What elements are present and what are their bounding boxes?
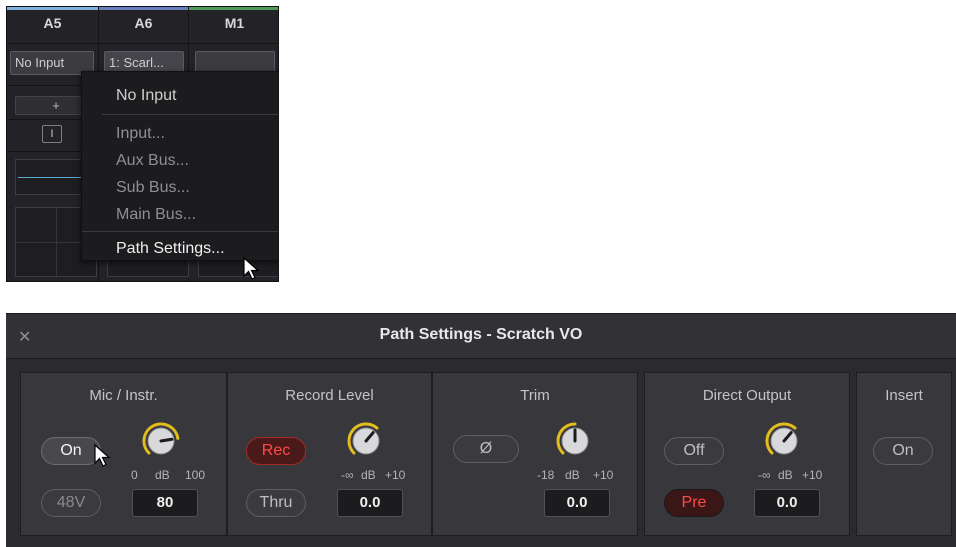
mic-instr-section: Mic / Instr. On 48V 0 dB 100 80	[20, 372, 227, 536]
direct-output-off-button[interactable]: Off	[664, 437, 724, 465]
mouse-cursor-icon	[243, 257, 260, 280]
scale-min: 0	[131, 468, 138, 482]
channel-name: A5	[43, 15, 62, 31]
trim-value[interactable]: 0.0	[544, 489, 610, 517]
channel-name: A6	[134, 15, 153, 31]
menu-item-no-input[interactable]: No Input	[116, 87, 176, 105]
channel-name: M1	[224, 15, 245, 31]
insert-on-button[interactable]: On	[873, 437, 933, 465]
record-level-section: Record Level Rec Thru -∞ dB +10 0.0	[227, 372, 432, 536]
window-titlebar: ✕ Path Settings - Scratch VO	[6, 314, 956, 359]
scale-max: 100	[185, 468, 206, 482]
record-level-knob[interactable]	[346, 421, 386, 461]
mic-gain-value[interactable]: 80	[132, 489, 198, 517]
phase-invert-button[interactable]: Ø	[453, 435, 519, 463]
thru-button[interactable]: Thru	[246, 489, 306, 517]
direct-output-section: Direct Output Off Pre -∞ dB +10 0.0	[644, 372, 850, 536]
trim-section: Trim Ø -18 dB +10 0.0	[432, 372, 638, 536]
scale-max: +10	[593, 468, 614, 482]
channel-accent	[99, 7, 188, 10]
phantom-48v-button[interactable]: 48V	[41, 489, 101, 517]
mic-on-button[interactable]: On	[41, 437, 101, 465]
scale-unit: dB	[565, 468, 580, 482]
scale-max: +10	[385, 468, 406, 482]
scale-unit: dB	[778, 468, 793, 482]
path-settings-window: ✕ Path Settings - Scratch VO Mic / Instr…	[6, 313, 956, 547]
section-title: Insert	[885, 387, 923, 404]
channel-accent	[189, 7, 278, 10]
menu-item-input[interactable]: Input...	[116, 125, 165, 143]
menu-item-sub-bus[interactable]: Sub Bus...	[116, 179, 190, 197]
scale-min: -18	[537, 468, 555, 482]
scale-min: -∞	[341, 468, 354, 482]
menu-item-aux-bus[interactable]: Aux Bus...	[116, 152, 189, 170]
record-level-value[interactable]: 0.0	[337, 489, 403, 517]
knob-pointer	[159, 437, 174, 443]
direct-output-value[interactable]: 0.0	[754, 489, 820, 517]
header-divider	[7, 43, 278, 44]
mixer-strip-view: A5 A6 M1 No Input 1: Scarl... + I No Inp…	[6, 6, 279, 282]
section-title: Direct Output	[702, 387, 792, 404]
window-title: Path Settings - Scratch VO	[379, 326, 583, 343]
menu-item-main-bus[interactable]: Main Bus...	[116, 206, 196, 224]
scale-unit: dB	[155, 468, 170, 482]
record-arm-button[interactable]: Rec	[246, 437, 306, 465]
trim-knob[interactable]	[555, 421, 595, 461]
menu-separator	[102, 114, 278, 115]
input-dropdown-menu: No Input Input... Aux Bus... Sub Bus... …	[81, 71, 278, 261]
pre-button[interactable]: Pre	[664, 489, 724, 517]
menu-item-path-settings[interactable]: Path Settings...	[116, 240, 225, 258]
mic-gain-knob[interactable]	[141, 421, 181, 461]
channel-accent	[7, 7, 98, 10]
section-title: Mic / Instr.	[89, 387, 158, 404]
scale-unit: dB	[361, 468, 376, 482]
insert-slot-button[interactable]: I	[42, 125, 62, 143]
section-title: Record Level	[285, 387, 374, 404]
menu-separator	[82, 231, 278, 232]
scale-min: -∞	[758, 468, 771, 482]
direct-output-knob[interactable]	[764, 421, 804, 461]
insert-section: Insert On	[856, 372, 952, 536]
section-title: Trim	[520, 387, 550, 404]
scale-max: +10	[802, 468, 823, 482]
mouse-cursor-icon	[94, 444, 111, 467]
